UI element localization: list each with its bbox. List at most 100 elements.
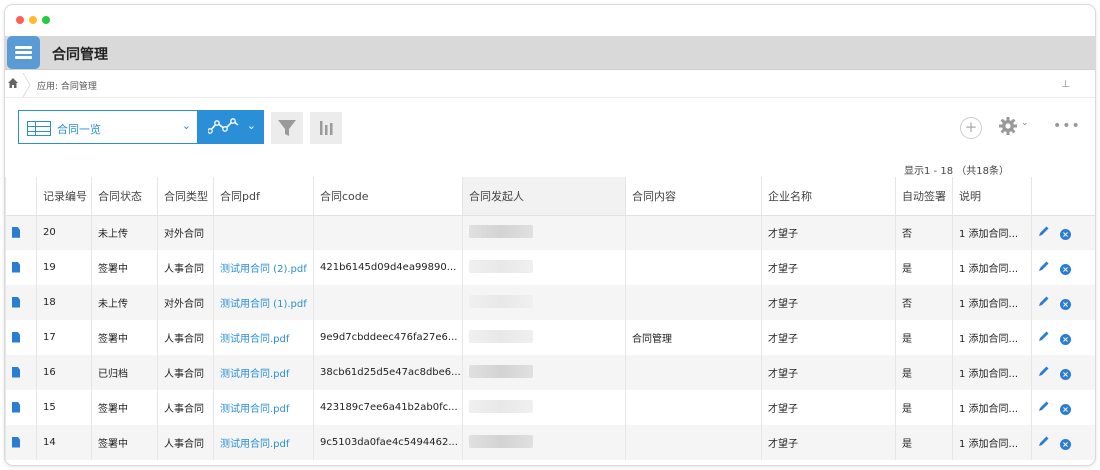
app-header: 合同管理	[5, 36, 1095, 70]
record-detail-icon[interactable]	[12, 331, 20, 343]
column-header-record-id[interactable]: 记录编号	[36, 177, 92, 216]
page-title: 合同管理	[52, 47, 108, 63]
company-name: 才望子	[761, 215, 896, 250]
contract-status: 签署中	[91, 320, 158, 355]
record-detail-icon[interactable]	[12, 436, 20, 448]
delete-icon[interactable]: ×	[1060, 404, 1071, 415]
breadcrumb-path[interactable]: 应用: 合同管理	[37, 79, 97, 92]
company-name: 才望子	[761, 250, 896, 285]
auto-sign: 是	[895, 390, 953, 425]
edit-icon[interactable]	[1038, 435, 1050, 447]
initiator-redacted	[469, 294, 533, 308]
table-row[interactable]: 20 未上传 对外合同 才望子 否 1 添加合同... ×	[5, 215, 1095, 250]
add-record-button[interactable]: +	[960, 117, 982, 139]
edit-icon[interactable]	[1038, 400, 1050, 412]
column-header-status[interactable]: 合同状态	[91, 177, 158, 216]
delete-icon[interactable]: ×	[1060, 334, 1071, 345]
contract-content	[625, 250, 762, 285]
filter-button[interactable]	[271, 112, 303, 144]
view-selector[interactable]: 合同一览 ⌄	[18, 110, 198, 144]
edit-icon[interactable]	[1038, 365, 1050, 377]
note: 1 添加合同...	[952, 215, 1032, 250]
delete-icon[interactable]: ×	[1060, 299, 1071, 310]
contract-pdf-link[interactable]: 测试用合同.pdf	[220, 439, 289, 450]
delete-icon[interactable]: ×	[1060, 229, 1071, 241]
pin-icon[interactable]: ⊥	[1061, 79, 1070, 90]
column-header	[1031, 177, 1095, 216]
contract-code	[313, 285, 463, 320]
table-row[interactable]: 18 未上传 对外合同 测试用合同 (1).pdf 才望子 否 1 添加合同..…	[5, 285, 1095, 320]
column-header-initiator[interactable]: 合同发起人	[462, 177, 626, 216]
initiator-redacted	[469, 399, 533, 413]
column-header	[5, 177, 37, 216]
column-header-auto-sign[interactable]: 自动签署	[895, 177, 953, 216]
contract-status: 未上传	[91, 215, 158, 250]
contract-status: 未上传	[91, 285, 158, 320]
record-detail-icon[interactable]	[12, 401, 20, 413]
contract-code: 9e9d7cbddeec476fa27e6...	[313, 320, 463, 355]
contract-type: 人事合同	[157, 320, 214, 355]
company-name: 才望子	[761, 425, 896, 460]
contract-type: 对外合同	[157, 215, 214, 250]
contract-type: 对外合同	[157, 285, 214, 320]
table-header-row: 记录编号 合同状态 合同类型 合同pdf 合同code 合同发起人 合同内容 企…	[5, 177, 1095, 216]
column-header-note[interactable]: 说明	[952, 177, 1032, 216]
table-row[interactable]: 16 已归档 人事合同 测试用合同.pdf 38cb61d25d5e47ac8d…	[5, 355, 1095, 390]
settings-chevron-icon[interactable]: ⌄	[1021, 118, 1029, 128]
list-icon[interactable]	[7, 36, 40, 69]
initiator-redacted	[469, 364, 533, 378]
note: 1 添加合同...	[952, 320, 1032, 355]
edit-icon[interactable]	[1038, 225, 1050, 237]
contract-pdf-link[interactable]: 测试用合同 (2).pdf	[220, 264, 307, 275]
contract-content: 合同管理	[625, 320, 762, 355]
contract-pdf-link[interactable]: 测试用合同.pdf	[220, 369, 289, 380]
edit-icon[interactable]	[1038, 295, 1050, 307]
delete-icon[interactable]: ×	[1060, 369, 1071, 380]
window-titlebar	[5, 5, 1095, 36]
contract-pdf-link[interactable]: 测试用合同.pdf	[220, 334, 289, 345]
edit-icon[interactable]	[1038, 260, 1050, 272]
record-id: 14	[36, 425, 92, 460]
graph-button[interactable]	[310, 112, 342, 144]
contract-status: 签署中	[91, 390, 158, 425]
view-selector-label: 合同一览	[57, 123, 101, 136]
close-window-button[interactable]	[16, 16, 24, 24]
column-header-type[interactable]: 合同类型	[157, 177, 214, 216]
contract-type: 人事合同	[157, 390, 214, 425]
column-header-content[interactable]: 合同内容	[625, 177, 762, 216]
contract-status: 签署中	[91, 250, 158, 285]
pagination-info: 显示1 - 18 （共18条）	[904, 166, 1009, 177]
company-name: 才望子	[761, 320, 896, 355]
table-view-icon	[27, 121, 51, 136]
bar-chart-icon	[320, 121, 333, 135]
company-name: 才望子	[761, 285, 896, 320]
column-header-pdf[interactable]: 合同pdf	[213, 177, 314, 216]
record-detail-icon[interactable]	[12, 261, 20, 273]
home-icon[interactable]	[8, 78, 18, 88]
column-header-code[interactable]: 合同code	[313, 177, 463, 216]
delete-icon[interactable]: ×	[1060, 439, 1071, 450]
note: 1 添加合同...	[952, 390, 1032, 425]
column-header-company[interactable]: 企业名称	[761, 177, 896, 216]
table-row[interactable]: 17 签署中 人事合同 测试用合同.pdf 9e9d7cbddeec476fa2…	[5, 320, 1095, 355]
record-detail-icon[interactable]	[12, 366, 20, 378]
app-window: 合同管理 应用: 合同管理 ⊥ 合同一览 ⌄ ⌄ + ⌄ ••• 显示1 - 1…	[4, 4, 1096, 466]
gear-icon[interactable]	[998, 116, 1018, 136]
delete-icon[interactable]: ×	[1060, 264, 1071, 275]
record-id: 15	[36, 390, 92, 425]
table-row[interactable]: 19 签署中 人事合同 测试用合同 (2).pdf 421b6145d09d4e…	[5, 250, 1095, 285]
company-name: 才望子	[761, 355, 896, 390]
line-chart-icon	[208, 118, 239, 134]
contract-content	[625, 390, 762, 425]
table-row[interactable]: 15 签署中 人事合同 测试用合同.pdf 423189c7ee6a41b2ab…	[5, 390, 1095, 425]
contract-pdf-link[interactable]: 测试用合同 (1).pdf	[220, 299, 307, 310]
edit-icon[interactable]	[1038, 330, 1050, 342]
table-row[interactable]: 14 签署中 人事合同 测试用合同.pdf 9c5103da0fae4c5494…	[5, 425, 1095, 460]
chart-view-button[interactable]: ⌄	[198, 110, 264, 144]
maximize-window-button[interactable]	[42, 16, 50, 24]
more-options-button[interactable]: •••	[1053, 118, 1081, 134]
record-detail-icon[interactable]	[12, 296, 20, 308]
minimize-window-button[interactable]	[29, 16, 37, 24]
record-detail-icon[interactable]	[12, 226, 20, 238]
contract-pdf-link[interactable]: 测试用合同.pdf	[220, 404, 289, 415]
